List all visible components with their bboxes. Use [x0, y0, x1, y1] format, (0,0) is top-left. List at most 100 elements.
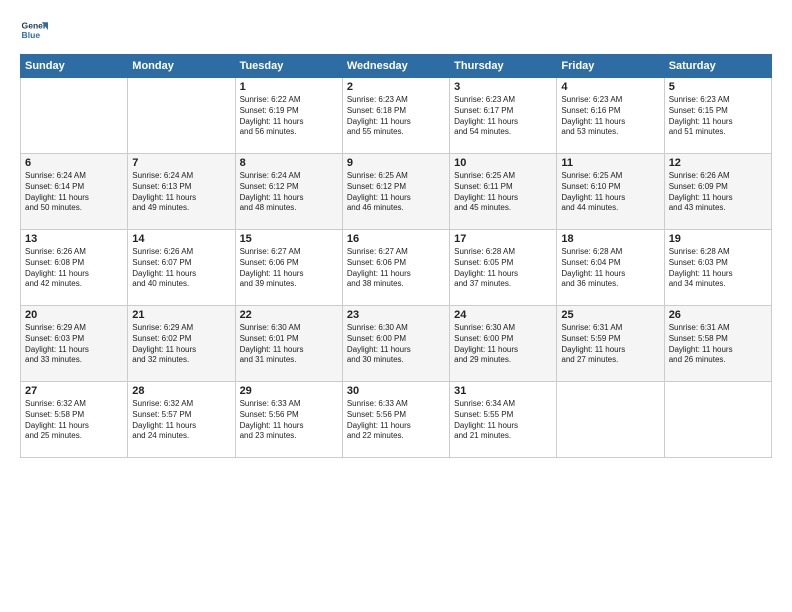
- day-info: Sunrise: 6:32 AM Sunset: 5:57 PM Dayligh…: [132, 399, 230, 442]
- day-info: Sunrise: 6:23 AM Sunset: 6:16 PM Dayligh…: [561, 95, 659, 138]
- day-number: 12: [669, 157, 767, 169]
- calendar-cell: 26 Sunrise: 6:31 AM Sunset: 5:58 PM Dayli…: [664, 306, 771, 382]
- weekday-header: Saturday: [664, 55, 771, 78]
- day-number: 7: [132, 157, 230, 169]
- calendar-cell: 15 Sunrise: 6:27 AM Sunset: 6:06 PM Dayli…: [235, 230, 342, 306]
- day-info: Sunrise: 6:26 AM Sunset: 6:08 PM Dayligh…: [25, 247, 123, 290]
- calendar-cell: 16 Sunrise: 6:27 AM Sunset: 6:06 PM Dayli…: [342, 230, 449, 306]
- calendar-cell: 4 Sunrise: 6:23 AM Sunset: 6:16 PM Daylig…: [557, 78, 664, 154]
- svg-text:General: General: [22, 20, 48, 30]
- calendar-cell: 11 Sunrise: 6:25 AM Sunset: 6:10 PM Dayli…: [557, 154, 664, 230]
- calendar-cell: 20 Sunrise: 6:29 AM Sunset: 6:03 PM Dayli…: [21, 306, 128, 382]
- logo-icon: General Blue: [20, 16, 48, 44]
- calendar-table: SundayMondayTuesdayWednesdayThursdayFrid…: [20, 54, 772, 458]
- day-number: 30: [347, 385, 445, 397]
- calendar-cell: 6Sunrise: 6:24 AM Sunset: 6:14 PM Daylig…: [21, 154, 128, 230]
- day-number: 16: [347, 233, 445, 245]
- day-number: 2: [347, 81, 445, 93]
- weekday-header: Monday: [128, 55, 235, 78]
- day-info: Sunrise: 6:24 AM Sunset: 6:12 PM Dayligh…: [240, 171, 338, 214]
- day-info: Sunrise: 6:25 AM Sunset: 6:10 PM Dayligh…: [561, 171, 659, 214]
- day-info: Sunrise: 6:31 AM Sunset: 5:59 PM Dayligh…: [561, 323, 659, 366]
- calendar-cell: 19 Sunrise: 6:28 AM Sunset: 6:03 PM Dayli…: [664, 230, 771, 306]
- logo: General Blue: [20, 16, 48, 44]
- weekday-header: Tuesday: [235, 55, 342, 78]
- calendar-cell: 24 Sunrise: 6:30 AM Sunset: 6:00 PM Dayli…: [450, 306, 557, 382]
- day-number: 25: [561, 309, 659, 321]
- header: General Blue: [20, 16, 772, 44]
- day-number: 15: [240, 233, 338, 245]
- calendar-week-row: 13 Sunrise: 6:26 AM Sunset: 6:08 PM Dayli…: [21, 230, 772, 306]
- calendar-page: General Blue SundayMondayTuesdayWednesda…: [0, 0, 792, 612]
- calendar-cell: 25 Sunrise: 6:31 AM Sunset: 5:59 PM Dayli…: [557, 306, 664, 382]
- calendar-cell: 2 Sunrise: 6:23 AM Sunset: 6:18 PM Daylig…: [342, 78, 449, 154]
- day-number: 4: [561, 81, 659, 93]
- calendar-cell: 22 Sunrise: 6:30 AM Sunset: 6:01 PM Dayli…: [235, 306, 342, 382]
- calendar-cell: 1 Sunrise: 6:22 AM Sunset: 6:19 PM Daylig…: [235, 78, 342, 154]
- day-info: Sunrise: 6:29 AM Sunset: 6:03 PM Dayligh…: [25, 323, 123, 366]
- day-number: 29: [240, 385, 338, 397]
- day-info: Sunrise: 6:28 AM Sunset: 6:05 PM Dayligh…: [454, 247, 552, 290]
- day-info: Sunrise: 6:33 AM Sunset: 5:56 PM Dayligh…: [240, 399, 338, 442]
- calendar-cell: [21, 78, 128, 154]
- day-info: Sunrise: 6:30 AM Sunset: 6:01 PM Dayligh…: [240, 323, 338, 366]
- day-number: 13: [25, 233, 123, 245]
- day-number: 21: [132, 309, 230, 321]
- day-number: 1: [240, 81, 338, 93]
- day-info: Sunrise: 6:24 AM Sunset: 6:13 PM Dayligh…: [132, 171, 230, 214]
- calendar-cell: 28 Sunrise: 6:32 AM Sunset: 5:57 PM Dayli…: [128, 382, 235, 458]
- day-info: Sunrise: 6:24 AM Sunset: 6:14 PM Dayligh…: [25, 171, 123, 214]
- calendar-cell: 21 Sunrise: 6:29 AM Sunset: 6:02 PM Dayli…: [128, 306, 235, 382]
- day-number: 8: [240, 157, 338, 169]
- day-info: Sunrise: 6:27 AM Sunset: 6:06 PM Dayligh…: [347, 247, 445, 290]
- calendar-cell: 23Sunrise: 6:30 AM Sunset: 6:00 PM Dayli…: [342, 306, 449, 382]
- day-info: Sunrise: 6:22 AM Sunset: 6:19 PM Dayligh…: [240, 95, 338, 138]
- calendar-cell: 30Sunrise: 6:33 AM Sunset: 5:56 PM Dayli…: [342, 382, 449, 458]
- day-info: Sunrise: 6:25 AM Sunset: 6:11 PM Dayligh…: [454, 171, 552, 214]
- day-number: 27: [25, 385, 123, 397]
- day-info: Sunrise: 6:30 AM Sunset: 6:00 PM Dayligh…: [347, 323, 445, 366]
- day-number: 22: [240, 309, 338, 321]
- day-info: Sunrise: 6:32 AM Sunset: 5:58 PM Dayligh…: [25, 399, 123, 442]
- day-info: Sunrise: 6:25 AM Sunset: 6:12 PM Dayligh…: [347, 171, 445, 214]
- weekday-header: Sunday: [21, 55, 128, 78]
- calendar-cell: 18 Sunrise: 6:28 AM Sunset: 6:04 PM Dayli…: [557, 230, 664, 306]
- weekday-header: Thursday: [450, 55, 557, 78]
- calendar-cell: 17Sunrise: 6:28 AM Sunset: 6:05 PM Dayli…: [450, 230, 557, 306]
- day-info: Sunrise: 6:31 AM Sunset: 5:58 PM Dayligh…: [669, 323, 767, 366]
- day-number: 20: [25, 309, 123, 321]
- svg-text:Blue: Blue: [22, 30, 41, 40]
- day-number: 3: [454, 81, 552, 93]
- day-number: 18: [561, 233, 659, 245]
- calendar-cell: 3 Sunrise: 6:23 AM Sunset: 6:17 PM Daylig…: [450, 78, 557, 154]
- day-info: Sunrise: 6:29 AM Sunset: 6:02 PM Dayligh…: [132, 323, 230, 366]
- calendar-cell: 31Sunrise: 6:34 AM Sunset: 5:55 PM Dayli…: [450, 382, 557, 458]
- calendar-week-row: 27 Sunrise: 6:32 AM Sunset: 5:58 PM Dayli…: [21, 382, 772, 458]
- day-number: 26: [669, 309, 767, 321]
- day-number: 31: [454, 385, 552, 397]
- day-info: Sunrise: 6:28 AM Sunset: 6:03 PM Dayligh…: [669, 247, 767, 290]
- day-number: 24: [454, 309, 552, 321]
- calendar-header: SundayMondayTuesdayWednesdayThursdayFrid…: [21, 55, 772, 78]
- day-number: 9: [347, 157, 445, 169]
- calendar-cell: 8 Sunrise: 6:24 AM Sunset: 6:12 PM Daylig…: [235, 154, 342, 230]
- day-number: 28: [132, 385, 230, 397]
- day-info: Sunrise: 6:28 AM Sunset: 6:04 PM Dayligh…: [561, 247, 659, 290]
- day-info: Sunrise: 6:26 AM Sunset: 6:09 PM Dayligh…: [669, 171, 767, 214]
- day-info: Sunrise: 6:30 AM Sunset: 6:00 PM Dayligh…: [454, 323, 552, 366]
- calendar-cell: 9 Sunrise: 6:25 AM Sunset: 6:12 PM Daylig…: [342, 154, 449, 230]
- weekday-header: Wednesday: [342, 55, 449, 78]
- day-number: 11: [561, 157, 659, 169]
- day-info: Sunrise: 6:23 AM Sunset: 6:17 PM Dayligh…: [454, 95, 552, 138]
- calendar-cell: 29 Sunrise: 6:33 AM Sunset: 5:56 PM Dayli…: [235, 382, 342, 458]
- weekday-header: Friday: [557, 55, 664, 78]
- calendar-week-row: 20 Sunrise: 6:29 AM Sunset: 6:03 PM Dayli…: [21, 306, 772, 382]
- day-number: 5: [669, 81, 767, 93]
- day-number: 14: [132, 233, 230, 245]
- day-info: Sunrise: 6:27 AM Sunset: 6:06 PM Dayligh…: [240, 247, 338, 290]
- day-info: Sunrise: 6:23 AM Sunset: 6:15 PM Dayligh…: [669, 95, 767, 138]
- calendar-cell: [557, 382, 664, 458]
- day-info: Sunrise: 6:23 AM Sunset: 6:18 PM Dayligh…: [347, 95, 445, 138]
- calendar-cell: 7 Sunrise: 6:24 AM Sunset: 6:13 PM Daylig…: [128, 154, 235, 230]
- day-number: 19: [669, 233, 767, 245]
